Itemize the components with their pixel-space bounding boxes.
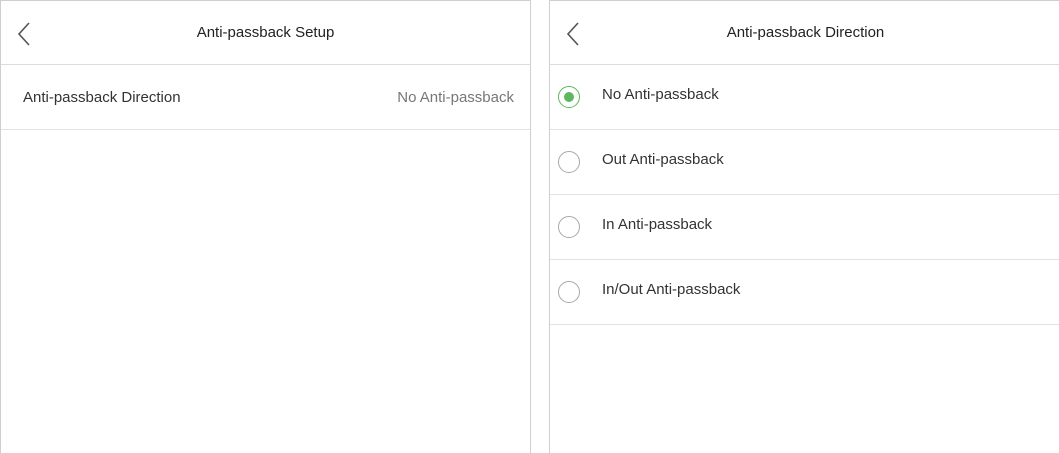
page-title: Anti-passback Setup bbox=[196, 24, 335, 41]
option-in-anti-passback[interactable]: In Anti-passback bbox=[550, 195, 1059, 260]
setting-label: Anti-passback Direction bbox=[23, 88, 181, 106]
radio-icon[interactable] bbox=[558, 281, 580, 303]
setting-row-anti-passback-direction[interactable]: Anti-passback Direction No Anti-passback bbox=[1, 65, 530, 130]
option-label: Out Anti-passback bbox=[602, 150, 724, 168]
option-no-anti-passback[interactable]: No Anti-passback bbox=[550, 65, 1059, 130]
setup-screen: Anti-passback Setup Anti-passback Direct… bbox=[0, 0, 531, 453]
setting-value: No Anti-passback bbox=[397, 88, 514, 106]
back-button[interactable] bbox=[564, 21, 584, 47]
setup-header: Anti-passback Setup bbox=[1, 1, 530, 65]
radio-selected-icon[interactable] bbox=[558, 86, 580, 108]
option-label: No Anti-passback bbox=[602, 85, 719, 103]
direction-header: Anti-passback Direction bbox=[550, 1, 1059, 65]
direction-screen: Anti-passback Direction No Anti-passback… bbox=[549, 0, 1059, 453]
radio-icon[interactable] bbox=[558, 151, 580, 173]
radio-dot-icon bbox=[564, 92, 574, 102]
back-button[interactable] bbox=[15, 21, 35, 47]
page-title: Anti-passback Direction bbox=[726, 24, 885, 41]
chevron-left-icon bbox=[17, 22, 30, 46]
chevron-left-icon bbox=[566, 22, 579, 46]
radio-icon[interactable] bbox=[558, 216, 580, 238]
option-out-anti-passback[interactable]: Out Anti-passback bbox=[550, 130, 1059, 195]
option-in-out-anti-passback[interactable]: In/Out Anti-passback bbox=[550, 260, 1059, 325]
option-label: In Anti-passback bbox=[602, 215, 713, 233]
option-label: In/Out Anti-passback bbox=[602, 280, 741, 298]
